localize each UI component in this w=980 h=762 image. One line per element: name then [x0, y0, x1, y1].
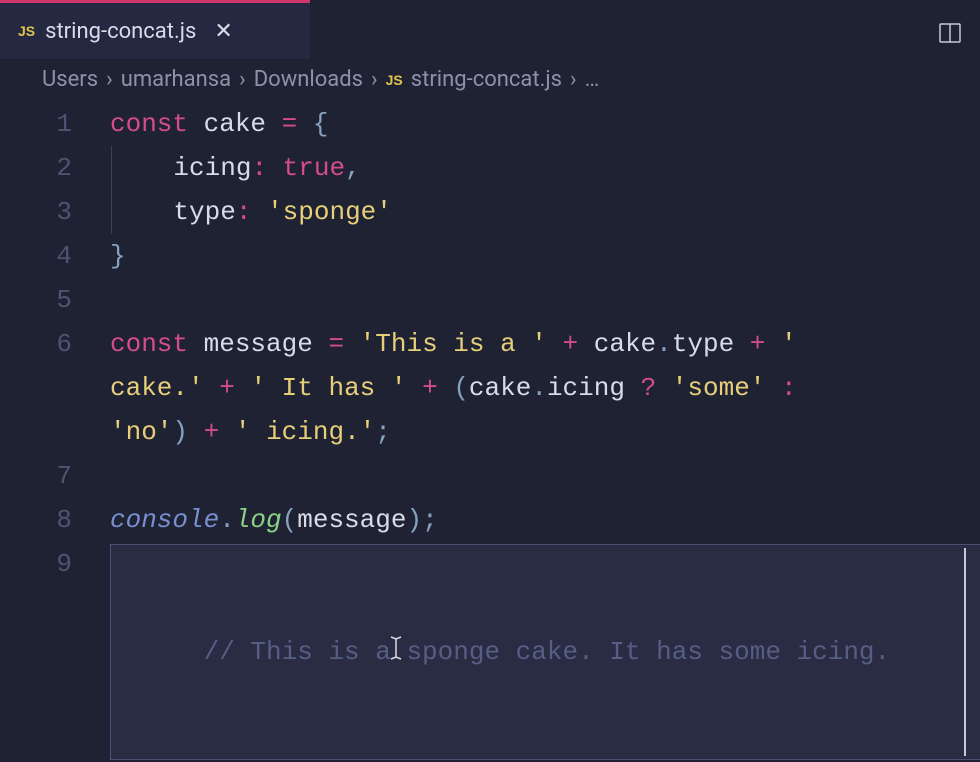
- code-content[interactable]: const cake = {: [110, 102, 980, 146]
- code-content[interactable]: type: 'sponge': [110, 190, 980, 234]
- line-number: 6: [0, 322, 110, 366]
- breadcrumb[interactable]: Users › umarhansa › Downloads › JS strin…: [0, 59, 980, 98]
- chevron-right-icon: ›: [570, 67, 577, 92]
- js-file-icon: JS: [386, 72, 403, 88]
- code-content[interactable]: const message = 'This is a ' + cake.type…: [110, 322, 980, 366]
- code-line[interactable]: 6 const message = 'This is a ' + cake.ty…: [0, 322, 980, 366]
- line-number: 7: [0, 454, 110, 498]
- code-line[interactable]: 4 }: [0, 234, 980, 278]
- line-number: 1: [0, 102, 110, 146]
- code-line[interactable]: 'no') + ' icing.';: [0, 410, 980, 454]
- mouse-cursor-icon: [388, 635, 404, 669]
- code-content[interactable]: cake.' + ' It has ' + (cake.icing ? 'som…: [110, 366, 980, 410]
- tab-bar: JS string-concat.js ✕: [0, 3, 980, 59]
- breadcrumb-segment[interactable]: Users: [42, 67, 98, 92]
- code-content[interactable]: icing: true,: [110, 146, 980, 190]
- code-content-highlighted[interactable]: // This is a sponge cake. It has some ic…: [110, 542, 980, 762]
- code-editor[interactable]: 1 const cake = { 2 icing: true, 3 type: …: [0, 98, 980, 762]
- code-line[interactable]: 8 console.log(message);: [0, 498, 980, 542]
- close-icon[interactable]: ✕: [214, 19, 232, 44]
- code-line[interactable]: 7: [0, 454, 980, 498]
- code-line[interactable]: 2 icing: true,: [0, 146, 980, 190]
- breadcrumb-file[interactable]: string-concat.js: [411, 67, 562, 92]
- chevron-right-icon: ›: [239, 67, 246, 92]
- code-line[interactable]: 9 // This is a sponge cake. It has some …: [0, 542, 980, 762]
- code-content[interactable]: 'no') + ' icing.';: [110, 410, 980, 454]
- file-tab[interactable]: JS string-concat.js ✕: [0, 3, 310, 59]
- breadcrumb-ellipsis[interactable]: …: [585, 67, 600, 92]
- code-line[interactable]: 1 const cake = {: [0, 102, 980, 146]
- code-content[interactable]: console.log(message);: [110, 498, 980, 542]
- line-number: 3: [0, 190, 110, 234]
- text-cursor: [964, 548, 966, 756]
- code-line[interactable]: 5: [0, 278, 980, 322]
- chevron-right-icon: ›: [371, 67, 378, 92]
- code-line[interactable]: 3 type: 'sponge': [0, 190, 980, 234]
- breadcrumb-segment[interactable]: Downloads: [254, 67, 363, 92]
- line-number: 9: [0, 542, 110, 586]
- js-file-icon: JS: [18, 23, 35, 39]
- tab-filename: string-concat.js: [45, 19, 196, 44]
- line-number: 2: [0, 146, 110, 190]
- line-number: 4: [0, 234, 110, 278]
- breadcrumb-segment[interactable]: umarhansa: [121, 67, 231, 92]
- line-number: 8: [0, 498, 110, 542]
- code-line[interactable]: cake.' + ' It has ' + (cake.icing ? 'som…: [0, 366, 980, 410]
- line-number: 5: [0, 278, 110, 322]
- code-content[interactable]: }: [110, 234, 980, 278]
- chevron-right-icon: ›: [106, 67, 113, 92]
- split-editor-icon[interactable]: [938, 21, 962, 49]
